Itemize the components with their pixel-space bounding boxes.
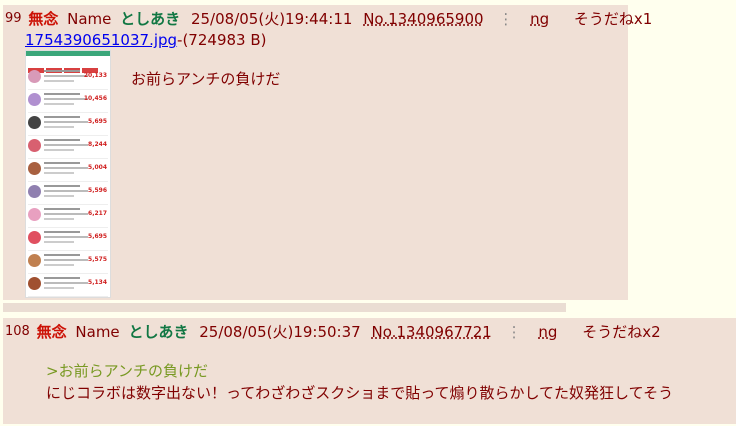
text-line (44, 172, 74, 174)
text-line (44, 259, 88, 261)
text-line (44, 126, 74, 128)
quote-line: >お前らアンチの負けだ (46, 362, 208, 380)
menu-icon[interactable]: ⋮ (507, 323, 522, 341)
text-line (44, 190, 88, 192)
text-line (44, 185, 80, 187)
post-no-link[interactable]: No.1340967721 (371, 323, 491, 341)
post-body: >お前らアンチの負けだ にじコラボは数字出ない！ってわざわざスクショまで貼って煽… (46, 360, 673, 404)
text-line (44, 213, 88, 215)
text-line (44, 287, 74, 289)
text-line (44, 241, 74, 243)
post-108: 108 無念 Name としあき 25/08/05(火)19:50:37 No.… (3, 318, 736, 424)
text-line (44, 144, 88, 146)
avatar (28, 70, 41, 83)
thumbnail-value: 5,695 (88, 233, 107, 240)
text-line (44, 231, 80, 233)
text-line (44, 121, 88, 123)
post-date: 25/08/05(火)19:44:11 (190, 10, 353, 28)
avatar (28, 93, 41, 106)
thumbnail-value: 10,456 (83, 95, 107, 102)
thumbnail-tabs (28, 58, 108, 73)
text-line (44, 139, 80, 141)
post-header: 108 無念 Name としあき 25/08/05(火)19:50:37 No.… (5, 322, 661, 342)
text-line (44, 195, 74, 197)
text-line (44, 93, 80, 95)
name-label: Name (67, 10, 112, 28)
text-line (44, 208, 80, 210)
thumbnail-value: 6,217 (88, 210, 107, 217)
avatar (28, 162, 41, 175)
file-size: -(724983 B) (177, 31, 267, 49)
avatar (28, 139, 41, 152)
thumbnail-value: 5,575 (88, 256, 107, 263)
thumbnail-value: 8,244 (88, 141, 107, 148)
poster-name: としあき (128, 323, 189, 341)
text-line (44, 236, 88, 238)
image-thumbnail[interactable]: 20,133 10,456 5,695 8,244 5,004 5,596 6,217 5,6… (25, 50, 111, 298)
thumbnail-value: 5,596 (88, 187, 107, 194)
post-header: 99 無念 Name としあき 25/08/05(火)19:44:11 No.1… (5, 9, 652, 29)
text-line (44, 264, 74, 266)
ng-button[interactable]: ng (538, 323, 557, 341)
thumbnail-row: 5,596 (28, 182, 108, 205)
thumbnail-row: 5,575 (28, 251, 108, 274)
text-line (44, 162, 80, 164)
avatar (28, 208, 41, 221)
menu-icon[interactable]: ⋮ (498, 10, 513, 28)
avatar (28, 185, 41, 198)
avatar (28, 231, 41, 244)
avatar (28, 277, 41, 290)
post-number: 108 (5, 324, 30, 339)
avatar (28, 116, 41, 129)
thumbnail-header-bar (26, 51, 110, 56)
soudane-button[interactable]: そうだねx2 (582, 323, 660, 341)
text-line (44, 254, 80, 256)
post-99: 99 無念 Name としあき 25/08/05(火)19:44:11 No.1… (3, 5, 652, 300)
thumbnail-row: 8,244 (28, 136, 108, 159)
text-line (44, 75, 88, 77)
text-line (44, 80, 74, 82)
poster-name: としあき (120, 10, 181, 28)
avatar (28, 254, 41, 267)
text-line (44, 277, 80, 279)
text-line (44, 149, 74, 151)
thumbnail-row: 5,004 (28, 159, 108, 182)
post-number: 99 (5, 11, 22, 26)
text-line (44, 70, 80, 72)
thumbnail-row: 5,695 (28, 228, 108, 251)
thumbnail-row: 20,133 (28, 67, 108, 90)
thumbnail-row: 10,456 (28, 90, 108, 113)
post-subject: 無念 (28, 10, 59, 28)
file-info: 1754390651037.jpg-(724983 B) (25, 31, 266, 49)
thumbnail-value: 5,695 (88, 118, 107, 125)
thread-separator (3, 303, 566, 312)
file-link[interactable]: 1754390651037.jpg (25, 31, 177, 49)
name-label: Name (75, 323, 120, 341)
thumbnail-row: 5,695 (28, 113, 108, 136)
thumbnail-value: 5,004 (88, 164, 107, 171)
thumbnail-row: 5,134 (28, 274, 108, 297)
text-line (44, 218, 74, 220)
text-line (44, 116, 80, 118)
thumbnail-value: 5,134 (88, 279, 107, 286)
post-subject: 無念 (36, 323, 67, 341)
post-no-link[interactable]: No.1340965900 (363, 10, 483, 28)
post-message: にじコラボは数字出ない！ってわざわざスクショまで貼って煽り散らかしてた奴発狂して… (46, 384, 674, 402)
post-message: お前らアンチの負けだ (131, 70, 281, 88)
text-line (44, 103, 74, 105)
text-line (44, 167, 88, 169)
text-line (44, 282, 88, 284)
thumbnail-row: 6,217 (28, 205, 108, 228)
ng-button[interactable]: ng (530, 10, 549, 28)
thumbnail-value: 20,133 (83, 72, 107, 79)
text-line (44, 98, 88, 100)
post-date: 25/08/05(火)19:50:37 (199, 323, 361, 341)
soudane-button[interactable]: そうだねx1 (574, 10, 652, 28)
